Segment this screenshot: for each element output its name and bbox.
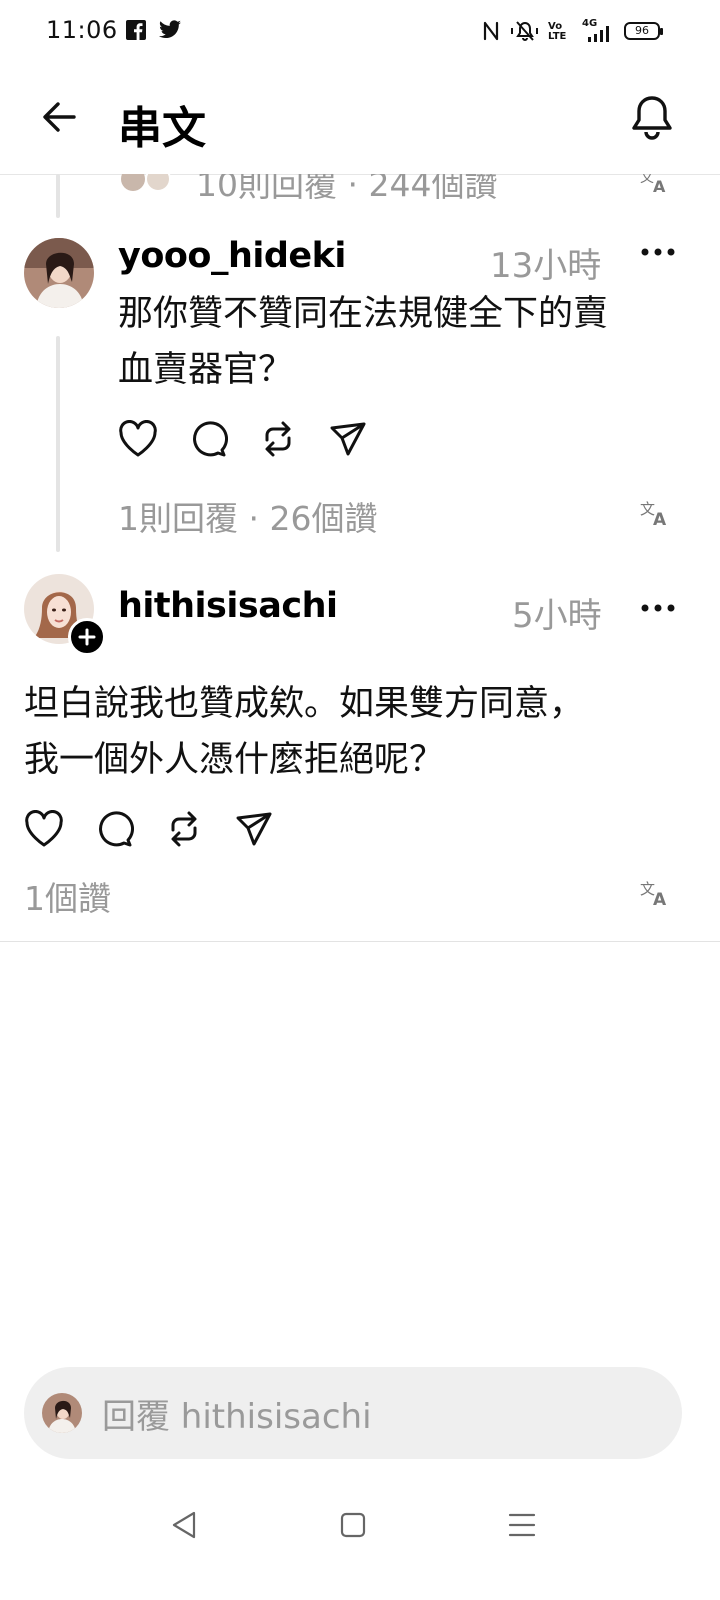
share-button[interactable] — [234, 810, 274, 848]
post-time: 13小時 — [490, 246, 602, 286]
like-button[interactable] — [24, 810, 64, 848]
share-button[interactable] — [328, 420, 368, 458]
comment-button[interactable] — [94, 810, 134, 848]
nav-back-icon[interactable] — [170, 1510, 198, 1540]
previous-post-meta[interactable]: 10則回覆 · 244個讚 — [196, 174, 497, 206]
back-arrow-icon[interactable] — [40, 98, 78, 136]
post-text-line: 坦白說我也贊成欸。如果雙方同意， — [24, 684, 585, 724]
status-bar: 11:06 Vo LTE 4G 96 — [0, 0, 720, 64]
system-nav-bar — [0, 1480, 720, 1580]
svg-text:A: A — [653, 510, 667, 528]
repost-button[interactable] — [258, 420, 298, 458]
thread-line — [56, 336, 60, 552]
top-app-bar: 串文 — [0, 64, 720, 175]
reply-input[interactable]: 回覆 hithisisachi — [24, 1367, 682, 1459]
post-meta[interactable]: 1個讚 — [24, 872, 111, 920]
thread-line — [56, 174, 60, 218]
translate-icon[interactable]: 文A — [640, 498, 670, 528]
divider — [0, 941, 720, 942]
post-time: 5小時 — [512, 596, 602, 636]
signal-icon — [588, 26, 614, 50]
svg-text:A: A — [653, 177, 666, 194]
volte-icon: Vo LTE — [548, 21, 567, 42]
post-meta[interactable]: 1則回覆 · 26個讚 — [118, 492, 377, 540]
avatar[interactable] — [24, 238, 94, 308]
svg-text:文: 文 — [640, 174, 654, 186]
mute-icon — [510, 20, 540, 44]
nav-home-icon[interactable] — [340, 1512, 366, 1538]
translate-icon[interactable]: 文A — [640, 174, 670, 194]
more-options-icon[interactable] — [640, 246, 676, 258]
svg-text:A: A — [653, 890, 667, 908]
comment-post: yooo_hideki 13小時 那你贊不贊同在法規健全下的賣 血賣器官？ 1則… — [0, 222, 720, 558]
page-title: 串文 — [118, 103, 206, 154]
post-text-line: 那你贊不贊同在法規健全下的賣 — [118, 294, 609, 334]
post-text: 坦白說我也贊成欸。如果雙方同意， 我一個外人憑什麼拒絕呢？ — [24, 676, 694, 788]
repost-button[interactable] — [164, 810, 204, 848]
like-button[interactable] — [118, 420, 158, 458]
more-options-icon[interactable] — [640, 602, 676, 614]
comment-button[interactable] — [188, 420, 228, 458]
reply-avatars — [120, 174, 176, 192]
avatar — [42, 1393, 82, 1433]
previous-post-footer: 10則回覆 · 244個讚 文A — [0, 174, 720, 222]
nfc-icon — [482, 20, 500, 44]
nav-menu-icon[interactable] — [508, 1512, 536, 1538]
facebook-icon — [126, 20, 146, 44]
post-text: 那你贊不贊同在法規健全下的賣 血賣器官？ — [118, 286, 678, 398]
username[interactable]: yooo_hideki — [118, 236, 346, 276]
notification-bell-icon[interactable] — [630, 94, 674, 140]
post-text-line: 血賣器官？ — [118, 350, 294, 390]
reply-placeholder: 回覆 hithisisachi — [102, 1397, 372, 1437]
battery-icon: 96 — [624, 22, 663, 40]
comment-post: hithisisachi 5小時 坦白說我也贊成欸。如果雙方同意， 我一個外人憑… — [0, 558, 720, 940]
username[interactable]: hithisisachi — [118, 586, 338, 626]
follow-plus-icon[interactable] — [68, 618, 106, 656]
translate-icon[interactable]: 文A — [640, 878, 670, 908]
twitter-icon — [158, 20, 182, 44]
status-time: 11:06 — [46, 16, 118, 44]
post-text-line: 我一個外人憑什麼拒絕呢？ — [24, 740, 445, 780]
